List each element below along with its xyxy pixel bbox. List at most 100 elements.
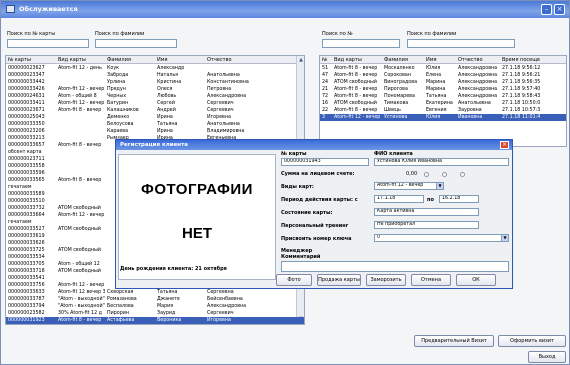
table-cell: Atom-fit 8 - вечер bbox=[334, 66, 378, 71]
chevron-down-icon[interactable]: ▼ bbox=[436, 183, 443, 189]
table-row[interactable]: 72 Atom-fit 8 - вечер Пономарева Татьяна Але… bbox=[320, 93, 566, 100]
table-row[interactable]: 000000033426 Atom-fit 12 - вечер Прядун Оле… bbox=[6, 86, 304, 93]
col-card-type[interactable]: Вид карты bbox=[58, 57, 86, 63]
search-name-label: Поиск по фамилии bbox=[95, 31, 145, 37]
table-row[interactable]: 000000033794 "Atom - выходной" Беспалова Ма… bbox=[6, 303, 304, 310]
period-from-field[interactable]: 17.1.18 bbox=[374, 195, 424, 203]
table-row[interactable]: 000000023627 Atom-fit 12 - день Коук Алекса… bbox=[6, 65, 304, 72]
card-number-field[interactable]: 000000031943 bbox=[281, 158, 369, 166]
table-cell: Atom-fit 12 - вечер bbox=[334, 115, 381, 120]
period-label: Период действия карты: с bbox=[281, 197, 358, 203]
cancel-button[interactable]: Отмена bbox=[411, 274, 451, 286]
close-icon[interactable]: × bbox=[554, 4, 565, 15]
col-patronymic[interactable]: Отчество bbox=[207, 57, 232, 63]
table-cell: Заброда bbox=[107, 73, 129, 78]
table-row[interactable]: 000000024631 Atom - общий 8 Черных Любовь Ал… bbox=[6, 93, 304, 100]
table-row[interactable]: 000000033411 Atom-fit 12 - вечер Батурин Се… bbox=[6, 100, 304, 107]
search-card-label: Поиск по № карты bbox=[7, 31, 56, 37]
col-visit-patronymic[interactable]: Отчество bbox=[458, 57, 483, 63]
table-cell: 000000033589 bbox=[8, 192, 45, 197]
fio-field[interactable]: Устинова Юлия Ивановна bbox=[374, 158, 509, 166]
col-visit-number[interactable]: № bbox=[322, 57, 327, 63]
fio-label: ФИО клиента bbox=[374, 151, 413, 157]
table-cell: Мария bbox=[157, 304, 174, 309]
table-row[interactable]: 3 Atom-fit 12 - вечер Устинова Юлия Ивановна… bbox=[320, 114, 566, 121]
search-card-input[interactable] bbox=[7, 39, 89, 48]
table-cell: Калашников bbox=[107, 108, 139, 113]
table-cell: 000000033626 bbox=[8, 241, 45, 246]
dialog-close-icon[interactable]: × bbox=[500, 141, 509, 149]
table-cell: обсент карта bbox=[8, 150, 42, 155]
col-visit-time[interactable]: Время посеще bbox=[502, 57, 540, 63]
card-type-select[interactable]: Atom-fit 12 - вечер ▼ bbox=[374, 182, 444, 190]
chevron-down-icon[interactable]: ▼ bbox=[501, 235, 508, 241]
table-row[interactable]: 000000023582 30% Atom-fit 12 д Пирорин Заур… bbox=[6, 310, 304, 317]
minimize-icon[interactable]: – bbox=[541, 4, 552, 15]
table-row[interactable]: 000000033787 "Atom - выходной" Ромазанова Д… bbox=[6, 296, 304, 303]
table-cell: Татьяна bbox=[157, 290, 178, 295]
table-cell: Москаленко bbox=[384, 66, 415, 71]
table-cell: 21 bbox=[322, 87, 329, 92]
table-row[interactable]: 000000023206 Караева Ирина Владимировна bbox=[6, 128, 304, 135]
balance-radio-1[interactable] bbox=[424, 172, 429, 177]
table-cell: Atom-fit 8 - вечер bbox=[58, 318, 102, 323]
table-row[interactable]: 47 Atom-fit 8 - вечер Сорокован Елена Алекса… bbox=[320, 72, 566, 79]
table-cell: Сергеевич bbox=[207, 108, 234, 113]
col-surname[interactable]: Фамилия bbox=[107, 57, 131, 63]
col-name[interactable]: Имя bbox=[157, 57, 168, 63]
table-cell: Кристина bbox=[157, 80, 182, 85]
table-row[interactable]: 24 ATOM свободный Виноградова Марина Алексан… bbox=[320, 79, 566, 86]
table-cell: Караева bbox=[107, 129, 129, 134]
table-cell: Деменко bbox=[107, 115, 130, 120]
table-row[interactable]: 51 Atom-fit 8 - вечер Москаленко Юлия Алекса… bbox=[320, 65, 566, 72]
table-cell: Заурид bbox=[157, 311, 176, 316]
col-visit-name[interactable]: Имя bbox=[426, 57, 437, 63]
ok-button[interactable]: ОК bbox=[456, 274, 496, 286]
col-visit-surname[interactable]: Фамилия bbox=[384, 57, 408, 63]
checkout-visit-button[interactable]: Оформить визит bbox=[498, 335, 566, 347]
table-row[interactable]: 000000033633 Atom-fit 12 вечер 3 Скворская… bbox=[6, 289, 304, 296]
comment-field[interactable] bbox=[281, 261, 509, 272]
card-state-field[interactable]: Карта активна bbox=[374, 208, 479, 216]
table-row[interactable]: 000000031923 Atom-fit 8 - вечер Астафьева В… bbox=[6, 317, 304, 324]
table-row[interactable]: 000000023347 Заброда Наталья Анатольевна bbox=[6, 72, 304, 79]
table-cell: 000000023206 bbox=[8, 129, 45, 134]
freeze-button[interactable]: Заморозить bbox=[366, 274, 406, 286]
preliminary-visit-button[interactable]: Предварительный Визит bbox=[414, 335, 494, 347]
balance-radio-3[interactable] bbox=[460, 172, 465, 177]
col-visit-card-type[interactable]: Вид карты bbox=[334, 57, 362, 63]
right-search-name-input[interactable] bbox=[407, 39, 515, 48]
exit-button[interactable]: Выход bbox=[528, 351, 566, 363]
table-cell: 27.1.18 9:58:43 bbox=[502, 94, 541, 99]
table-row[interactable]: 000000033350 Белоусова Татьяна Анатольевна bbox=[6, 121, 304, 128]
card-type-label: Виды карт: bbox=[281, 184, 314, 190]
scroll-up-icon[interactable]: ▲ bbox=[298, 57, 304, 63]
table-row[interactable]: 000000023671 Atom-fit 8 - вечер Калашников… bbox=[6, 107, 304, 114]
locker-key-select[interactable]: 0 ▼ bbox=[374, 234, 509, 242]
balance-radio-2[interactable] bbox=[442, 172, 447, 177]
table-cell: Александровна bbox=[458, 87, 498, 92]
table-cell: Atom-fit 8 - вечер bbox=[334, 108, 378, 113]
table-cell: Пономарева bbox=[384, 94, 415, 99]
table-cell: Сергеевич bbox=[207, 101, 234, 106]
table-cell: 000000024631 bbox=[8, 94, 45, 99]
table-cell: Наталья bbox=[157, 73, 179, 78]
right-search-card-input[interactable] bbox=[322, 39, 400, 48]
sell-card-button[interactable]: Продажа карты bbox=[317, 274, 361, 286]
table-row[interactable]: 000000025043 Деменко Ирина Игоревна bbox=[6, 114, 304, 121]
personal-training-field[interactable]: Не приобретал bbox=[374, 221, 479, 229]
table-cell: 3 bbox=[322, 115, 326, 120]
table-cell: Владимировна bbox=[207, 129, 245, 134]
table-cell: Олеся bbox=[157, 87, 173, 92]
table-row[interactable]: 22 Atom-fit 8 - вечер Швець Евгения Зауровна… bbox=[320, 107, 566, 114]
table-cell: 27.1.18 9:57:40 bbox=[502, 87, 541, 92]
table-row[interactable]: 000000033442 Урлина Кристина Константиновна bbox=[6, 79, 304, 86]
table-cell: 000000033756 bbox=[8, 283, 45, 288]
col-card-number[interactable]: № карты bbox=[8, 57, 31, 63]
table-row[interactable]: 16 ATOM свободный Тимакова Екатерина Анатоль… bbox=[320, 100, 566, 107]
table-cell: Татьяна bbox=[426, 94, 447, 99]
table-row[interactable]: 21 Atom-fit 8 - вечер Пирогова Марина Алекса… bbox=[320, 86, 566, 93]
period-to-field[interactable]: 16.2.18 bbox=[439, 195, 479, 203]
photo-button[interactable]: Фото bbox=[276, 274, 312, 286]
search-name-input[interactable] bbox=[95, 39, 177, 48]
